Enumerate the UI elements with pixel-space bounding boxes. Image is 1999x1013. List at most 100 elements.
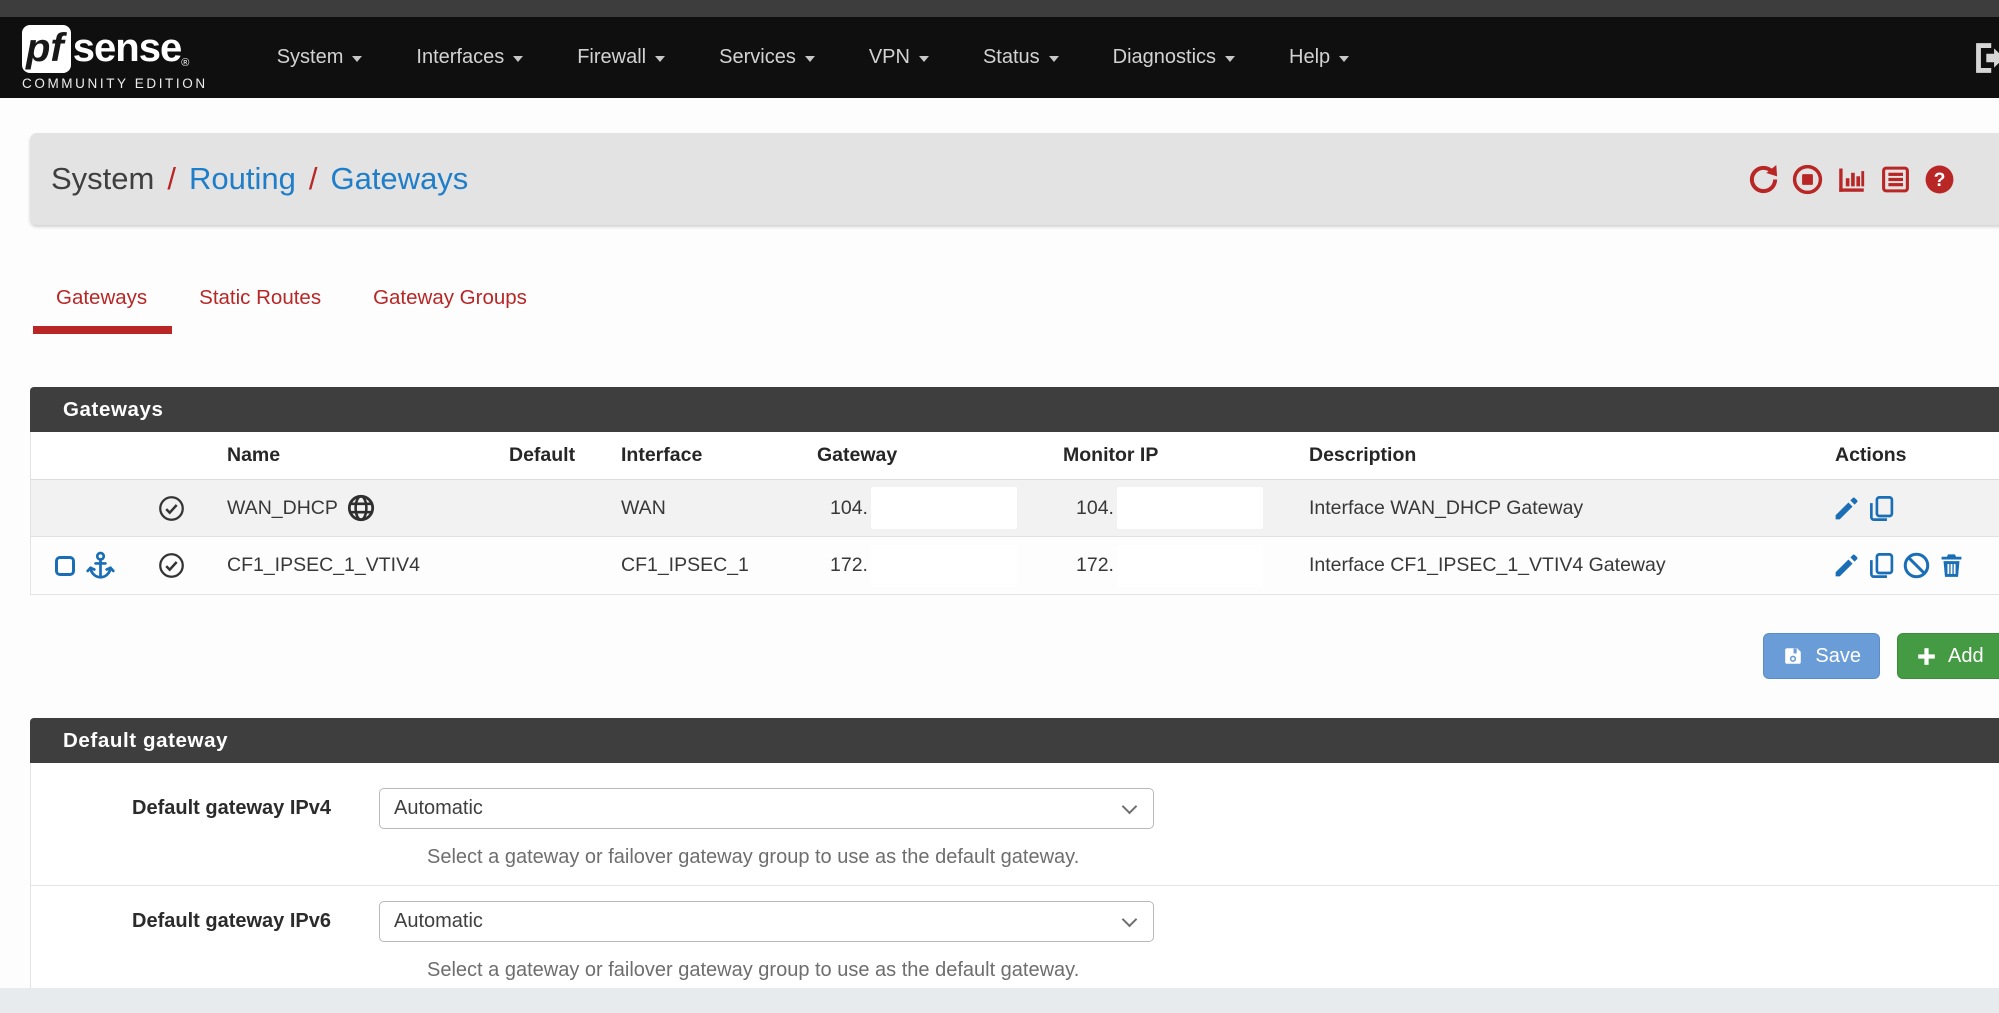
tab-gateway-groups[interactable]: Gateway Groups xyxy=(347,280,553,334)
table-buttons-row: Save Add xyxy=(0,633,1999,679)
delete-icon[interactable] xyxy=(1937,551,1966,580)
log-list-icon[interactable] xyxy=(1880,164,1911,195)
monitor-ip: 104. xyxy=(1076,497,1114,520)
field-help-text: Select a gateway or failover gateway gro… xyxy=(427,959,1999,982)
gateway-interface-cell: WAN xyxy=(613,480,809,536)
breadcrumb-separator: / xyxy=(167,161,176,197)
default-gateway-ipv4-label: Default gateway IPv4 xyxy=(31,788,331,869)
gateway-description-cell: Interface WAN_DHCP Gateway xyxy=(1301,480,1827,536)
chevron-down-icon xyxy=(1339,56,1349,62)
nav-item-label: System xyxy=(277,46,344,69)
gateway-name-cell: CF1_IPSEC_1_VTIV4 xyxy=(219,537,501,594)
globe-icon xyxy=(347,494,375,522)
row-checkbox[interactable] xyxy=(55,556,75,576)
nav-item-vpn[interactable]: VPN xyxy=(842,17,956,98)
svg-text:?: ? xyxy=(1934,169,1946,191)
nav-item-label: Diagnostics xyxy=(1113,46,1216,69)
save-button-label: Save xyxy=(1815,645,1861,668)
copy-icon[interactable] xyxy=(1867,494,1896,523)
bar-chart-icon[interactable] xyxy=(1836,164,1867,195)
gateway-description-cell: Interface CF1_IPSEC_1_VTIV4 Gateway xyxy=(1301,537,1827,594)
refresh-icon[interactable] xyxy=(1748,164,1779,195)
sign-out-icon[interactable] xyxy=(1968,41,1999,75)
nav-item-help[interactable]: Help xyxy=(1262,17,1376,98)
default-gateway-ipv6-label: Default gateway IPv6 xyxy=(31,901,331,982)
gateway-interface-cell: CF1_IPSEC_1 xyxy=(613,537,809,594)
gateway-name: WAN_DHCP xyxy=(227,497,338,520)
gateway-status-cell xyxy=(123,537,219,594)
gateway-address: 172. xyxy=(830,554,868,577)
table-header-row: Name Default Interface Gateway Monitor I… xyxy=(31,432,1999,480)
help-icon[interactable]: ? xyxy=(1924,164,1955,195)
nav-item-interfaces[interactable]: Interfaces xyxy=(389,17,550,98)
column-header-default: Default xyxy=(501,432,613,479)
routing-tabs: Gateways Static Routes Gateway Groups xyxy=(30,280,1999,334)
pfsense-logo[interactable]: pf sense ® COMMUNITY EDITION xyxy=(22,25,208,91)
default-gateway-ipv6-select[interactable]: Automatic xyxy=(379,901,1154,942)
nav-item-label: VPN xyxy=(869,46,910,69)
redacted-ip-box xyxy=(871,545,1017,587)
tab-static-routes[interactable]: Static Routes xyxy=(173,280,347,334)
nav-item-diagnostics[interactable]: Diagnostics xyxy=(1086,17,1262,98)
logo-pf-badge: pf xyxy=(22,25,71,73)
chevron-down-icon xyxy=(1122,799,1138,815)
nav-item-label: Status xyxy=(983,46,1040,69)
nav-menu: System Interfaces Firewall Services VPN … xyxy=(250,17,1376,98)
gateway-status-cell xyxy=(123,480,219,536)
logo-registered-mark: ® xyxy=(181,57,189,69)
stop-icon[interactable] xyxy=(1792,164,1823,195)
default-gateway-form: Default gateway IPv4 Automatic Select a … xyxy=(30,763,1999,1007)
disable-icon[interactable] xyxy=(1902,551,1931,580)
nav-item-status[interactable]: Status xyxy=(956,17,1086,98)
check-circle-icon xyxy=(158,495,185,522)
edit-icon[interactable] xyxy=(1832,494,1861,523)
table-row: CF1_IPSEC_1_VTIV4 CF1_IPSEC_1 172. 172. … xyxy=(31,537,1999,594)
monitor-ip-cell: 104. xyxy=(1055,480,1301,536)
chevron-down-icon xyxy=(919,56,929,62)
row-select-cell xyxy=(31,480,123,536)
check-circle-icon xyxy=(158,552,185,579)
gateway-name: CF1_IPSEC_1_VTIV4 xyxy=(227,554,420,577)
nav-item-system[interactable]: System xyxy=(250,17,390,98)
nav-item-label: Services xyxy=(719,46,796,69)
default-gateway-ipv4-select[interactable]: Automatic xyxy=(379,788,1154,829)
tab-gateways[interactable]: Gateways xyxy=(30,280,173,334)
redacted-ip-box xyxy=(1117,545,1263,587)
anchor-icon[interactable] xyxy=(85,550,116,581)
gateways-table: Name Default Interface Gateway Monitor I… xyxy=(30,432,1999,595)
default-gateway-panel-title: Default gateway xyxy=(30,718,1999,763)
page-bottom-strip xyxy=(0,988,1999,1013)
gateway-default-cell xyxy=(501,480,613,536)
row-select-cell xyxy=(31,537,123,594)
edit-icon[interactable] xyxy=(1832,551,1861,580)
window-top-strip xyxy=(0,0,1999,17)
column-header-description: Description xyxy=(1301,432,1827,479)
breadcrumb-link-routing[interactable]: Routing xyxy=(189,161,296,197)
plus-icon xyxy=(1916,646,1937,667)
add-button[interactable]: Add xyxy=(1897,633,1999,679)
breadcrumb-separator: / xyxy=(309,161,318,197)
column-header-actions: Actions xyxy=(1827,432,1999,479)
logo-sense-text: sense xyxy=(73,25,181,71)
nav-item-services[interactable]: Services xyxy=(692,17,842,98)
redacted-ip-box xyxy=(1117,487,1263,529)
main-navbar: pf sense ® COMMUNITY EDITION System Inte… xyxy=(0,17,1999,98)
add-button-label: Add xyxy=(1948,645,1984,668)
gateways-panel: Gateways Name Default Interface Gateway … xyxy=(30,387,1999,595)
gateway-name-cell: WAN_DHCP xyxy=(219,480,501,536)
chevron-down-icon xyxy=(655,56,665,62)
logo-subtitle: COMMUNITY EDITION xyxy=(22,76,208,91)
save-button[interactable]: Save xyxy=(1763,633,1880,679)
monitor-ip: 172. xyxy=(1076,554,1114,577)
nav-item-firewall[interactable]: Firewall xyxy=(550,17,692,98)
field-help-text: Select a gateway or failover gateway gro… xyxy=(427,846,1999,869)
default-gateway-panel: Default gateway Default gateway IPv4 Aut… xyxy=(30,718,1999,1007)
chevron-down-icon xyxy=(805,56,815,62)
table-row: WAN_DHCP WAN 104. 104. Interface WAN_DHC… xyxy=(31,480,1999,537)
page-header-actions: ? xyxy=(1748,164,1955,195)
copy-icon[interactable] xyxy=(1867,551,1896,580)
chevron-down-icon xyxy=(1225,56,1235,62)
select-value: Automatic xyxy=(394,910,483,933)
breadcrumb-link-gateways[interactable]: Gateways xyxy=(330,161,468,197)
column-header-monitor-ip: Monitor IP xyxy=(1055,432,1301,479)
